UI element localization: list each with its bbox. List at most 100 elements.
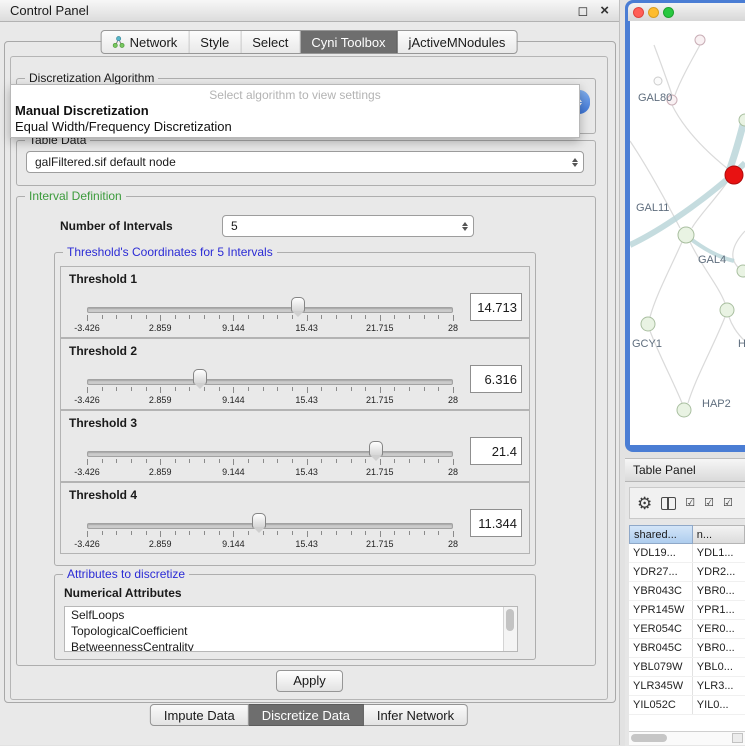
close-icon[interactable]: × (600, 3, 609, 18)
network-node[interactable] (720, 303, 734, 317)
network-node[interactable] (654, 77, 662, 85)
network-canvas[interactable]: GAL80 GAL11 GAL4 GCY1 HAP2 H (630, 21, 745, 445)
tab-cyni-toolbox[interactable]: Cyni Toolbox (300, 31, 397, 53)
slider-track[interactable] (87, 523, 453, 529)
threshold-3-slider[interactable]: -3.4262.8599.14415.4321.71528 (87, 437, 453, 481)
columns-icon[interactable] (661, 497, 676, 510)
threshold-value-field[interactable]: 6.316 (470, 365, 522, 393)
column-header-name[interactable]: n... (693, 525, 745, 544)
tab-label: Select (252, 35, 288, 50)
slider-scale-labels: -3.4262.8599.14415.4321.71528 (87, 539, 453, 550)
slider-handle[interactable] (291, 297, 305, 312)
tab-jactivemnodules[interactable]: jActiveMNodules (398, 31, 517, 53)
tab-style[interactable]: Style (189, 31, 241, 53)
node-label: HAP2 (702, 398, 731, 410)
minimize-traffic-light[interactable] (648, 7, 659, 18)
table-row[interactable]: YBR045CYBR0... (629, 639, 745, 658)
threshold-panel-1: Threshold 1 -3.4262.8599.14415.4321.7152… (60, 266, 530, 338)
node-attribute-table: shared... n... YDL19...YDL1...YDR27...YD… (629, 525, 745, 731)
gear-icon[interactable]: ⚙ (637, 495, 652, 512)
minimize-icon[interactable]: ◻ (577, 4, 588, 17)
table-panel-toolbar: ⚙ ☑ ☑ ☑ (629, 487, 745, 519)
threshold-1-slider[interactable]: -3.4262.8599.14415.4321.71528 (87, 293, 453, 337)
scrollbar-corner[interactable] (732, 733, 743, 743)
slider-track[interactable] (87, 451, 453, 457)
threshold-panel-3: Threshold 3 -3.4262.8599.14415.4321.7152… (60, 410, 530, 482)
threshold-value-field[interactable]: 11.344 (470, 509, 522, 537)
table-cell: YDR2... (693, 563, 745, 581)
slider-track[interactable] (87, 379, 453, 385)
network-icon (113, 36, 125, 48)
control-panel: Control Panel ◻ × Network Style Select C… (0, 0, 620, 745)
tab-impute-data[interactable]: Impute Data (150, 704, 249, 726)
table-row[interactable]: YBR043CYBR0... (629, 582, 745, 601)
checkbox-icon[interactable]: ☑ (723, 498, 733, 509)
threshold-panel-4: Threshold 4 -3.4262.8599.14415.4321.7152… (60, 482, 530, 554)
slider-track[interactable] (87, 307, 453, 313)
threshold-2-slider[interactable]: -3.4262.8599.14415.4321.71528 (87, 365, 453, 409)
table-row[interactable]: YDL19...YDL1... (629, 544, 745, 563)
combo-stepper-icon (567, 155, 583, 170)
tab-select[interactable]: Select (241, 31, 300, 53)
slider-ticks (87, 387, 453, 393)
table-row[interactable]: YIL052CYIL0... (629, 696, 745, 715)
slider-handle[interactable] (369, 441, 383, 456)
slider-scale-labels: -3.4262.8599.14415.4321.71528 (87, 323, 453, 334)
tab-network[interactable]: Network (102, 31, 190, 53)
table-cell: YDR27... (629, 563, 693, 581)
table-row[interactable]: YPR145WYPR1... (629, 601, 745, 620)
network-node-red-selected[interactable] (725, 166, 743, 184)
table-row[interactable]: YBL079WYBL0... (629, 658, 745, 677)
close-traffic-light[interactable] (633, 7, 644, 18)
attributes-scrollbar[interactable] (503, 607, 517, 651)
thresholds-group-title: Threshold's Coordinates for 5 Intervals (63, 245, 277, 259)
num-intervals-label: Number of Intervals (60, 219, 173, 233)
attributes-list: SelfLoops TopologicalCoefficient Between… (64, 606, 518, 652)
checkbox-icon[interactable]: ☑ (704, 498, 714, 509)
table-cell: YBL0... (693, 658, 745, 676)
slider-handle[interactable] (193, 369, 207, 384)
cyni-mode-tabs: Impute Data Discretize Data Infer Networ… (150, 704, 468, 726)
dropdown-option-manual[interactable]: Manual Discretization (11, 103, 579, 119)
slider-ticks (87, 315, 453, 321)
network-node[interactable] (677, 403, 691, 417)
network-node[interactable] (695, 35, 705, 45)
table-data-combo[interactable]: galFiltered.sif default node (26, 151, 584, 173)
attribute-item[interactable]: SelfLoops (65, 607, 517, 623)
dropdown-option-equal-width[interactable]: Equal Width/Frequency Discretization (11, 119, 579, 135)
threshold-value-field[interactable]: 14.713 (470, 293, 522, 321)
combo-stepper-icon (457, 219, 473, 234)
table-row[interactable]: YLR345WYLR3... (629, 677, 745, 696)
table-row[interactable]: YDR27...YDR2... (629, 563, 745, 582)
tab-infer-network[interactable]: Infer Network (364, 704, 468, 726)
slider-ticks (87, 459, 453, 465)
table-cell: YBR043C (629, 582, 693, 600)
network-node[interactable] (678, 227, 694, 243)
attributes-group-title: Attributes to discretize (63, 567, 189, 581)
apply-button[interactable]: Apply (276, 670, 343, 692)
table-cell: YPR1... (693, 601, 745, 619)
tab-label: Network (130, 35, 178, 50)
table-cell: YLR345W (629, 677, 693, 695)
threshold-label: Threshold 2 (69, 344, 137, 358)
table-data-combo-value: galFiltered.sif default node (27, 155, 567, 169)
slider-ticks (87, 531, 453, 537)
attribute-item[interactable]: TopologicalCoefficient (65, 623, 517, 639)
num-intervals-combo[interactable]: 5 (222, 215, 474, 237)
checkbox-icon[interactable]: ☑ (685, 498, 695, 509)
column-header-shared-name[interactable]: shared... (629, 525, 693, 544)
table-horizontal-scrollbar[interactable] (629, 731, 745, 745)
attribute-item[interactable]: BetweennessCentrality (65, 639, 517, 652)
threshold-value-field[interactable]: 21.4 (470, 437, 522, 465)
network-node[interactable] (641, 317, 655, 331)
zoom-traffic-light[interactable] (663, 7, 674, 18)
tab-discretize-data[interactable]: Discretize Data (249, 704, 364, 726)
table-cell: YDL1... (693, 544, 745, 562)
table-row[interactable]: YER054CYER0... (629, 620, 745, 639)
table-header-row: shared... n... (629, 525, 745, 544)
threshold-4-slider[interactable]: -3.4262.8599.14415.4321.71528 (87, 509, 453, 553)
slider-handle[interactable] (252, 513, 266, 528)
threshold-label: Threshold 3 (69, 416, 137, 430)
node-label: H (738, 338, 745, 350)
network-node[interactable] (737, 265, 745, 277)
